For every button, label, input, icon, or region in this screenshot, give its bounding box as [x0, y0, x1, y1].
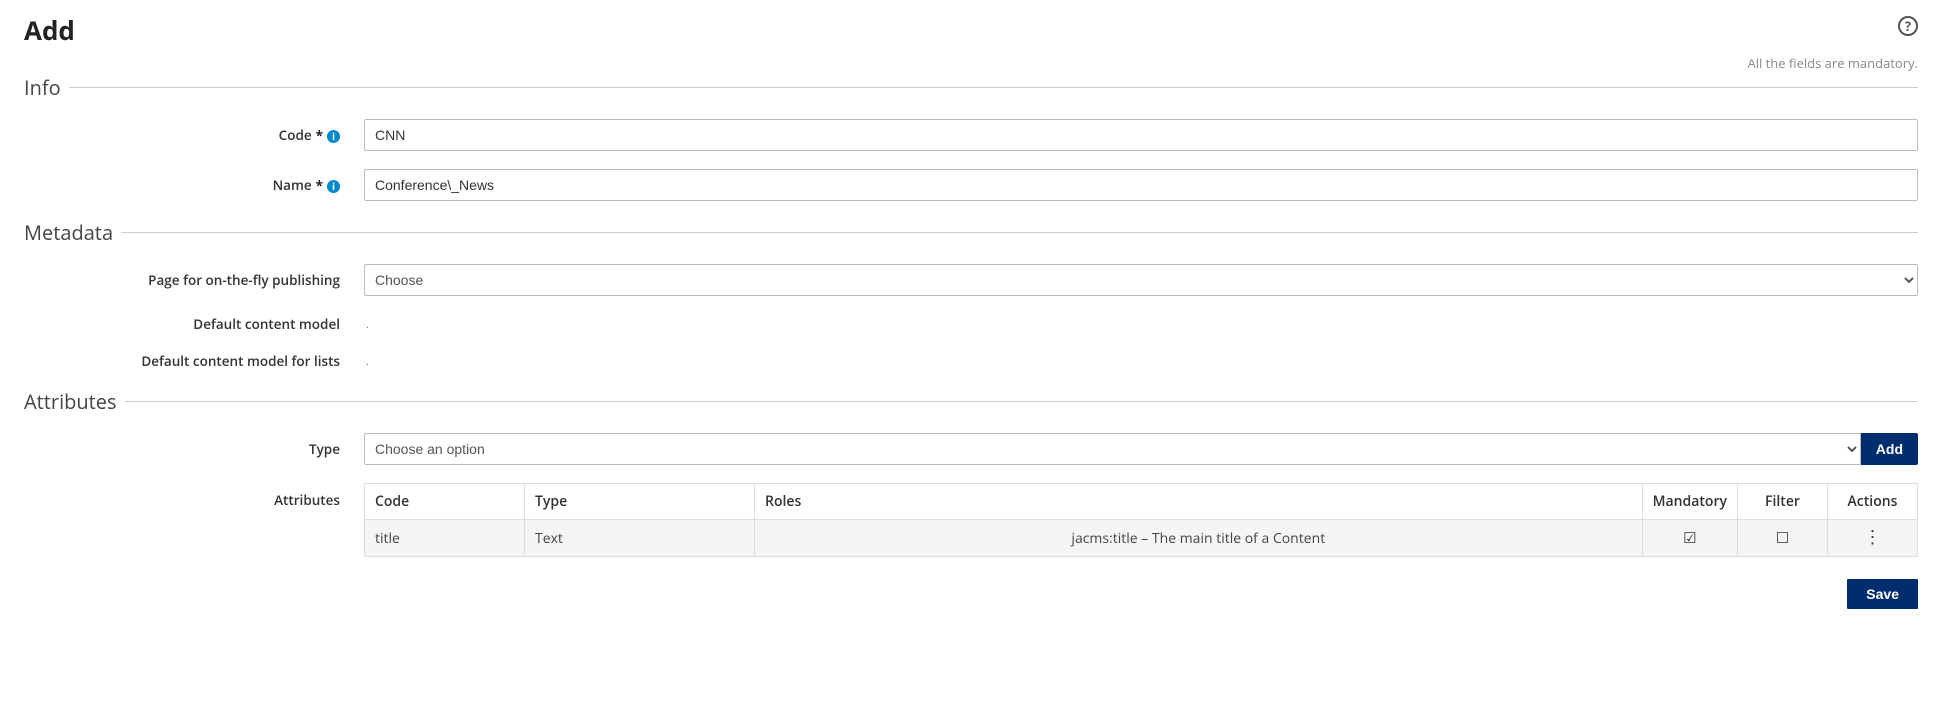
th-mandatory: Mandatory	[1642, 484, 1737, 520]
default-model-lists-label: Default content model for lists	[24, 352, 364, 370]
th-filter: Filter	[1738, 484, 1828, 520]
attributes-table-label: Attributes	[24, 483, 364, 509]
attributes-table: Code Type Roles Mandatory Filter Actions…	[364, 483, 1918, 557]
section-attributes-legend: Attributes	[24, 388, 125, 415]
code-label: Code*i	[24, 126, 364, 144]
section-metadata-legend: Metadata	[24, 219, 121, 246]
section-attributes: Attributes Type Choose an option Add Att…	[24, 388, 1918, 557]
mandatory-note: All the fields are mandatory.	[24, 54, 1918, 72]
type-label: Type	[24, 440, 364, 458]
checkbox-empty-icon	[1776, 529, 1789, 548]
cell-code: title	[365, 520, 525, 557]
th-code: Code	[365, 484, 525, 520]
cell-actions	[1828, 520, 1918, 557]
default-model-label: Default content model	[24, 315, 364, 333]
th-roles: Roles	[755, 484, 1643, 520]
page-publish-label: Page for on-the-fly publishing	[24, 271, 364, 289]
info-icon[interactable]: i	[327, 130, 340, 143]
name-input[interactable]	[364, 169, 1918, 201]
section-info: Info Code*i Name*i	[24, 74, 1918, 201]
add-attribute-button[interactable]: Add	[1861, 433, 1918, 465]
page-title: Add	[24, 12, 75, 48]
save-button[interactable]: Save	[1847, 579, 1918, 609]
cell-filter	[1738, 520, 1828, 557]
section-metadata: Metadata Page for on-the-fly publishing …	[24, 219, 1918, 370]
cell-roles: jacms:title – The main title of a Conten…	[755, 520, 1643, 557]
check-icon	[1683, 529, 1696, 548]
cell-type: Text	[525, 520, 755, 557]
section-info-legend: Info	[24, 74, 69, 101]
info-icon[interactable]: i	[327, 180, 340, 193]
th-type: Type	[525, 484, 755, 520]
help-icon[interactable]: ?	[1898, 16, 1918, 36]
code-input[interactable]	[364, 119, 1918, 151]
default-model-lists-value: .	[364, 354, 369, 368]
kebab-icon[interactable]	[1864, 534, 1882, 540]
type-select[interactable]: Choose an option	[364, 433, 1861, 465]
th-actions: Actions	[1828, 484, 1918, 520]
page-publish-select[interactable]: Choose	[364, 264, 1918, 296]
cell-mandatory	[1642, 520, 1737, 557]
name-label: Name*i	[24, 176, 364, 194]
table-row: title Text jacms:title – The main title …	[365, 520, 1918, 557]
default-model-value: .	[364, 317, 369, 331]
